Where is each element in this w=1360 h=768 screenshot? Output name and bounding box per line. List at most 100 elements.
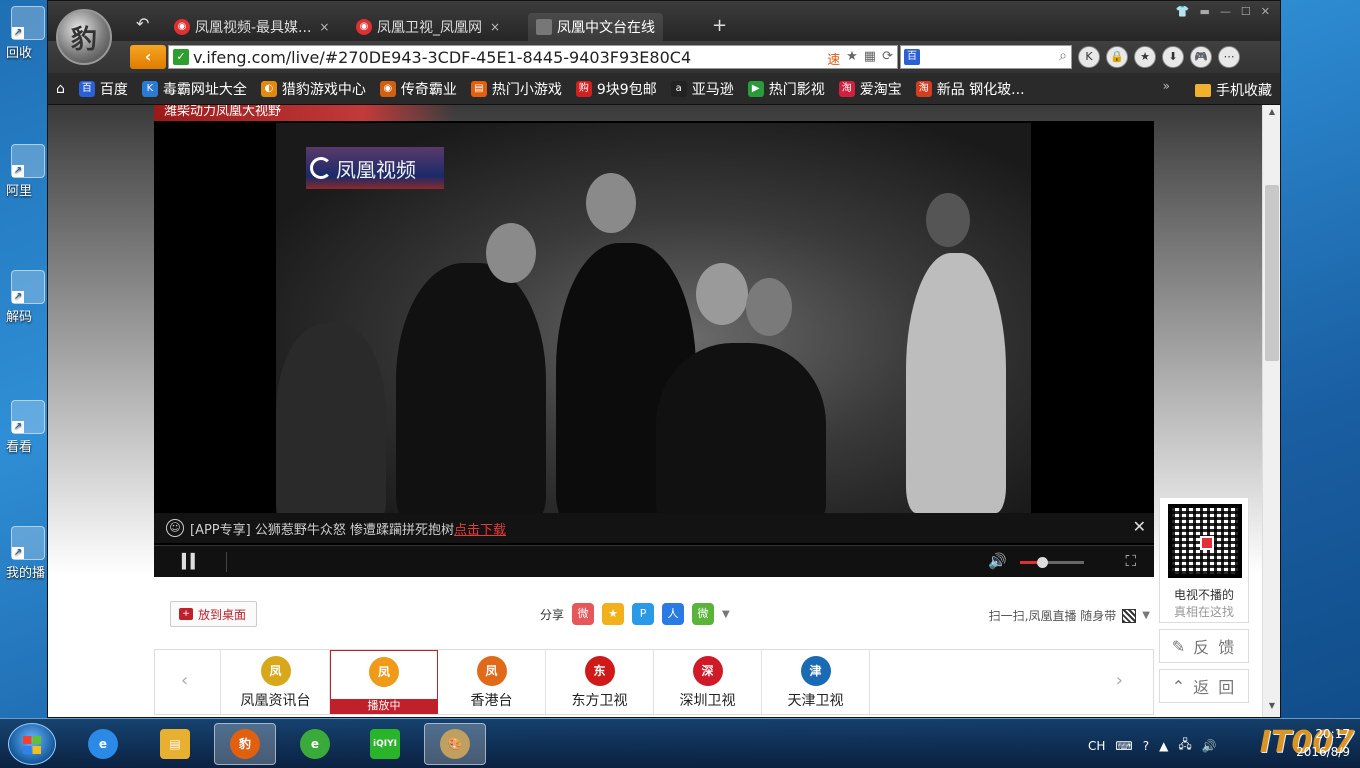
url-input[interactable]: ✓ v.ifeng.com/live/#270DE943-3CDF-45E1-8… — [168, 45, 898, 69]
desktop-icon-ali[interactable]: 阿里 — [6, 144, 50, 199]
close-ticker-icon[interactable]: ✕ — [1133, 517, 1146, 536]
ifeng-favicon-icon: ◉ — [356, 19, 372, 35]
channel-hongkong[interactable]: 凤 香港台 — [438, 650, 546, 714]
desktop-icon-decoder[interactable]: 解码 — [6, 270, 50, 325]
feedback-button[interactable]: ✎ 反 馈 — [1159, 629, 1249, 663]
bookmark-item[interactable]: a 亚马逊 — [670, 79, 734, 99]
volume-tray-icon[interactable]: 🔊 — [1202, 739, 1217, 753]
desktop-icon-label: 看看 — [6, 440, 33, 455]
game-icon[interactable]: 🎮 — [1190, 46, 1212, 68]
speed-icon[interactable]: 速 — [827, 49, 840, 68]
share-more-icon[interactable]: ▼ — [722, 609, 730, 620]
minimize-icon[interactable]: — — [1220, 5, 1231, 18]
bookmark-item[interactable]: 淘爱淘宝 — [838, 79, 902, 99]
lock-icon[interactable]: 🔒 — [1106, 46, 1128, 68]
volume-knob[interactable] — [1037, 557, 1049, 568]
maximize-icon[interactable]: ☐ — [1241, 5, 1251, 18]
playing-badge: 播放中 — [331, 699, 437, 713]
pause-button[interactable]: ▍▍ — [182, 554, 201, 570]
pengyou-share-icon[interactable]: P — [632, 603, 655, 625]
bookmarks-overflow-icon[interactable]: » — [1163, 79, 1170, 93]
carousel-next-icon[interactable]: › — [1116, 670, 1123, 691]
network-icon[interactable]: 🖧 — [1178, 735, 1191, 756]
search-icon[interactable]: ⌕ — [1059, 48, 1067, 64]
qzone-share-icon[interactable]: ★ — [602, 603, 625, 625]
desktop-icon-recycle[interactable]: 回收 — [6, 6, 50, 61]
tab-ifeng-video[interactable]: ◉ 凤凰视频-最具媒... × — [166, 13, 337, 41]
back-button[interactable]: ‹ — [130, 45, 166, 69]
media-player-icon — [11, 526, 45, 560]
bookmark-item[interactable]: ▶ 热门影视 — [747, 79, 825, 99]
shenzhen-tv-logo-icon: 深 — [692, 656, 723, 686]
bookmark-item[interactable]: 购 9块9包邮 — [575, 79, 657, 99]
new-tab-button[interactable]: + — [712, 15, 727, 36]
bookmark-item[interactable]: 淘新品 钢化玻... — [915, 79, 1025, 99]
desktop-icon-kankan[interactable]: 看看 — [6, 400, 50, 455]
tab-ifeng-chinese-live[interactable]: 凤凰中文台在线 — [528, 13, 663, 41]
bookmark-item[interactable]: ▤ 热门小游戏 — [470, 79, 562, 99]
keyboard-icon[interactable]: ⌨ — [1115, 739, 1132, 753]
wechat-share-icon[interactable]: 微 — [692, 603, 715, 625]
video-frame[interactable]: 凤凰视频 — [276, 123, 1031, 513]
taskbar-360-browser[interactable]: e — [284, 723, 346, 765]
mobile-favorites[interactable]: 手机收藏 — [1195, 80, 1272, 100]
browser-logo-icon[interactable]: 豹 — [56, 9, 112, 65]
volume-icon[interactable]: 🔊 — [988, 552, 1007, 570]
tab-ifeng-satellite[interactable]: ◉ 凤凰卫视_凤凰网 × — [348, 13, 508, 41]
weibo-share-icon[interactable]: 微 — [572, 603, 595, 625]
back-to-top-button[interactable]: ⌃ 返 回 — [1159, 669, 1249, 703]
scan-prompt[interactable]: 扫一扫,凤凰直播 随身带 ▼ — [989, 607, 1150, 624]
favorites-icon[interactable]: ★ — [1134, 46, 1156, 68]
help-icon[interactable]: ? — [1143, 739, 1149, 753]
refresh-icon[interactable]: ⟳ — [882, 49, 893, 68]
home-icon[interactable]: ⌂ — [56, 81, 65, 97]
video-player[interactable]: 凤凰视频 ☺ [APP专享] 公狮惹野牛众怒 惨遭蹂躏拼死抱树 点击下载 ✕ ▍… — [154, 121, 1154, 577]
volume-slider[interactable] — [1020, 557, 1084, 568]
bookmark-item[interactable]: ◉ 传奇霸业 — [379, 79, 457, 99]
desktop-icon-label: 我的播 — [6, 566, 46, 581]
taskbar-ie[interactable]: e — [72, 723, 134, 765]
scroll-down-icon[interactable]: ▼ — [1263, 701, 1280, 717]
taskbar-liebao-browser[interactable]: 豹 — [214, 723, 276, 765]
fullscreen-icon[interactable]: ⛶ — [1125, 552, 1136, 570]
bookmark-item[interactable]: ◐ 猎豹游戏中心 — [260, 79, 366, 99]
bookmark-item[interactable]: K 毒霸网址大全 — [141, 79, 247, 99]
baidu-engine-icon[interactable]: 百 — [904, 49, 920, 65]
tab-close-icon[interactable]: × — [490, 20, 500, 34]
sponsor-banner[interactable]: 潍柴动力凤凰大视野 — [154, 105, 454, 121]
channel-shenzhen[interactable]: 深 深圳卫视 — [654, 650, 762, 714]
action-row: + 放到桌面 分享 微 ★ P 人 微 ▼ 扫一扫,凤凰直播 随身带 ▼ — [170, 601, 1150, 631]
scroll-thumb[interactable] — [1265, 185, 1279, 361]
undo-close-tab-icon[interactable]: ↶ — [136, 14, 149, 33]
input-language[interactable]: CH — [1088, 739, 1105, 753]
kingsoft-icon[interactable]: K — [1078, 46, 1100, 68]
vertical-scrollbar[interactable]: ▲ ▼ — [1262, 105, 1280, 717]
taskbar-paint[interactable]: 🎨 — [424, 723, 486, 765]
channel-tianjin[interactable]: 津 天津卫视 — [762, 650, 870, 714]
channel-phoenix-info[interactable]: 凤 凤凰资讯台 — [222, 650, 330, 714]
star-icon[interactable]: ★ — [846, 49, 858, 68]
taskbar-iqiyi[interactable]: iQIYI — [354, 723, 416, 765]
menu-icon[interactable]: ▬ — [1200, 5, 1210, 18]
start-button[interactable] — [8, 723, 56, 765]
bookmark-item[interactable]: 百百度 — [78, 79, 128, 99]
desktop-icon-player[interactable]: 我的播 — [6, 526, 50, 581]
download-icon[interactable]: ⬇ — [1162, 46, 1184, 68]
tab-close-icon[interactable]: × — [319, 20, 329, 34]
download-link[interactable]: 点击下载 — [454, 519, 506, 538]
scroll-up-icon[interactable]: ▲ — [1263, 107, 1280, 123]
channel-phoenix-chinese[interactable]: 凤 播放中 — [330, 650, 438, 714]
qr-icon[interactable]: ▦ — [864, 49, 876, 68]
clock[interactable]: 20:17 2016/8/9 — [1296, 725, 1350, 761]
carousel-prev-icon[interactable]: ‹ — [181, 670, 188, 691]
renren-share-icon[interactable]: 人 — [662, 603, 685, 625]
skin-icon[interactable]: 👕 — [1176, 5, 1190, 18]
taskbar-explorer[interactable]: ▤ — [144, 723, 206, 765]
clock-time: 20:17 — [1315, 727, 1350, 741]
channel-dragon-tv[interactable]: 东 东方卫视 — [546, 650, 654, 714]
add-to-desktop-button[interactable]: + 放到桌面 — [170, 601, 258, 627]
show-hidden-icons[interactable]: ▲ — [1159, 739, 1168, 753]
close-icon[interactable]: ✕ — [1261, 5, 1270, 18]
search-input[interactable]: 百 ⌕ — [900, 45, 1072, 69]
more-icon[interactable]: ⋯ — [1218, 46, 1240, 68]
